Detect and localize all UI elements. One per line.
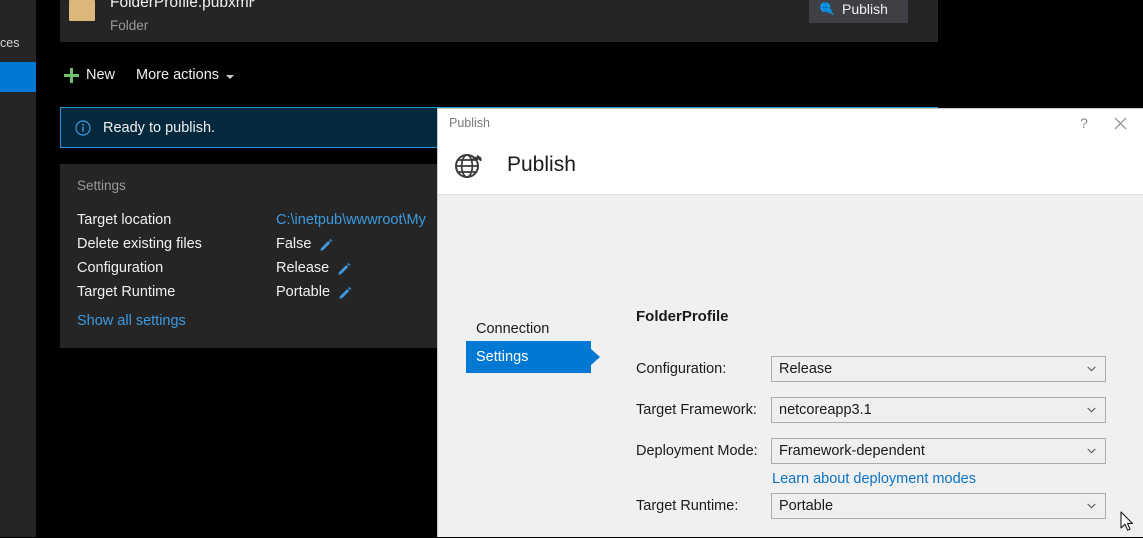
setting-key: Configuration [77, 260, 164, 276]
dialog-header-title: Publish [507, 153, 576, 176]
new-profile-button[interactable]: New [64, 63, 115, 87]
settings-pane: FolderProfile Configuration: Release Tar… [603, 195, 1143, 537]
field-configuration: Configuration: Release [636, 356, 1106, 382]
close-button[interactable] [1109, 113, 1131, 133]
folder-icon [69, 0, 95, 21]
settings-card-title: Settings [77, 178, 126, 193]
chevron-down-icon [1087, 407, 1096, 413]
solution-explorer-selected-item[interactable] [0, 62, 36, 92]
info-circle-icon [75, 119, 91, 136]
setting-row-target-runtime: Target Runtime Portable [77, 280, 352, 304]
dialog-header: Publish [438, 136, 1143, 195]
field-target-framework: Target Framework: netcoreapp3.1 [636, 397, 1106, 423]
deployment-mode-dropdown[interactable]: Framework-dependent [771, 438, 1106, 464]
publish-button-label: Publish [842, 0, 888, 17]
field-label: Deployment Mode: [636, 443, 758, 459]
target-runtime-value: Portable [779, 498, 834, 514]
publish-dialog: Publish ? Publish Connection Settings Fo… [437, 108, 1143, 537]
field-label: Target Framework: [636, 402, 757, 418]
globe-publish-icon [438, 149, 485, 181]
more-actions-label: More actions [136, 67, 220, 83]
publish-profile-header: FolderProfile.pubxml Folder Publish [60, 0, 938, 42]
globe-publish-icon [819, 1, 834, 16]
sidebar-item-label: Settings [476, 349, 529, 365]
field-deployment-mode: Deployment Mode: Framework-dependent [636, 438, 1106, 464]
field-target-runtime: Target Runtime: Portable [636, 493, 1106, 519]
edit-pencil-icon[interactable] [339, 286, 352, 299]
setting-value: False [276, 236, 312, 252]
setting-row-delete-existing-files: Delete existing files False [77, 232, 333, 256]
solution-explorer-strip: ces [0, 0, 36, 537]
edit-pencil-icon[interactable] [338, 262, 351, 275]
profile-type: Folder [110, 18, 149, 33]
sidebar-item-settings[interactable]: Settings [466, 341, 600, 373]
dialog-titlebar: Publish ? [438, 109, 1143, 136]
setting-row-configuration: Configuration Release [77, 256, 351, 280]
field-label: Configuration: [636, 361, 727, 377]
close-x-icon [1114, 117, 1126, 129]
chevron-down-icon [226, 74, 235, 79]
publish-toolbar: New More actions [60, 60, 938, 90]
profile-name: FolderProfile.pubxml [110, 0, 253, 11]
deployment-mode-value: Framework-dependent [779, 443, 925, 459]
chevron-down-icon [1087, 448, 1096, 454]
target-framework-value: netcoreapp3.1 [779, 402, 872, 418]
show-all-settings-link[interactable]: Show all settings [77, 313, 186, 329]
dialog-body: Connection Settings FolderProfile Config… [438, 195, 1143, 537]
configuration-value: Release [779, 361, 833, 377]
setting-value: Release [276, 260, 330, 276]
sidebar-item-label: Connection [476, 321, 550, 337]
chevron-down-icon [1087, 366, 1096, 372]
dialog-titlebar-title: Publish [449, 115, 490, 130]
dialog-sidebar: Connection Settings [438, 195, 603, 537]
configuration-dropdown[interactable]: Release [771, 356, 1106, 382]
new-profile-label: New [86, 67, 116, 83]
setting-value: Portable [276, 284, 331, 300]
target-framework-dropdown[interactable]: netcoreapp3.1 [771, 397, 1106, 423]
help-button[interactable]: ? [1073, 113, 1095, 133]
setting-key: Target location [77, 212, 172, 228]
field-label: Target Runtime: [636, 498, 739, 514]
setting-value-link[interactable]: C:\inetpub\wwwroot\My [276, 212, 426, 228]
status-banner-text: Ready to publish. [103, 119, 216, 136]
edit-pencil-icon[interactable] [320, 238, 333, 251]
target-runtime-dropdown[interactable]: Portable [771, 493, 1106, 519]
learn-about-deployment-modes-link[interactable]: Learn about deployment modes [772, 471, 976, 487]
chevron-down-icon [1087, 503, 1096, 509]
setting-key: Delete existing files [77, 236, 202, 252]
setting-row-target-location: Target location C:\inetpub\wwwroot\My [77, 208, 426, 232]
setting-key: Target Runtime [77, 284, 176, 300]
publish-button[interactable]: Publish [809, 0, 908, 23]
profile-dropdown-chevron-icon[interactable] [249, 0, 257, 2]
profile-name-heading: FolderProfile [636, 308, 729, 325]
plus-icon [64, 67, 79, 83]
more-actions-button[interactable]: More actions [136, 63, 235, 87]
solution-explorer-partial-label: ces [0, 36, 20, 50]
